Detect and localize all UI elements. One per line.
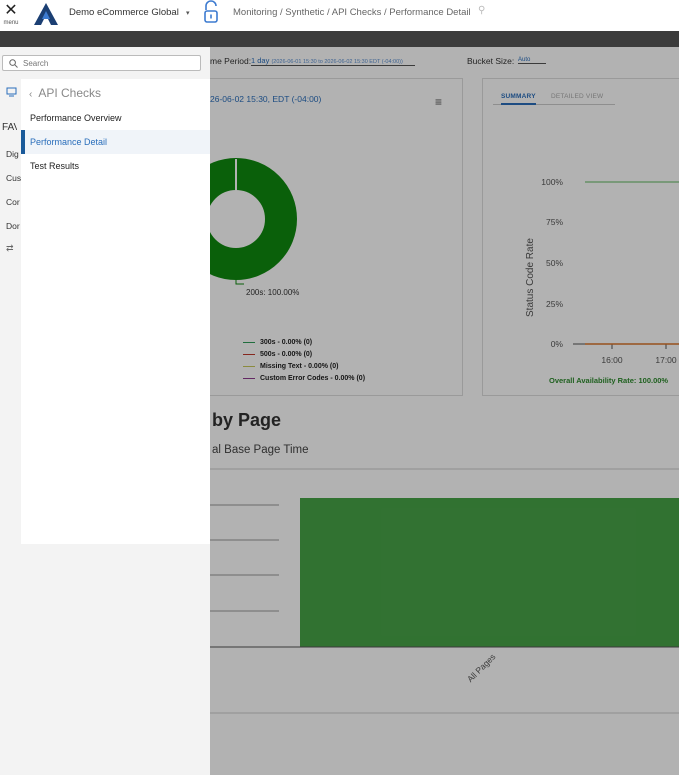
menu-label: menu (3, 20, 19, 26)
pin-icon[interactable]: ⚲ (478, 5, 485, 16)
lock-icon[interactable] (202, 0, 220, 24)
submenu-title: API Checks (38, 86, 102, 100)
search-icon (9, 59, 18, 68)
rail-item[interactable]: Dor (6, 221, 21, 231)
org-name[interactable]: Demo eCommerce Global (69, 7, 179, 18)
menu-item-performance-detail[interactable]: Performance Detail (21, 130, 210, 154)
chevron-down-icon[interactable]: ▾ (186, 9, 190, 17)
api-checks-submenu: ‹ API Checks Performance Overview Perform… (21, 79, 210, 544)
menu-close-button[interactable]: ✕ menu (0, 0, 22, 31)
menu-item-performance-overview[interactable]: Performance Overview (21, 106, 210, 130)
dark-toolbar (0, 31, 679, 47)
rail-item[interactable]: Cor (6, 197, 21, 207)
monitoring-icon[interactable] (6, 87, 17, 97)
app-logo-icon[interactable] (34, 3, 58, 25)
breadcrumb: Monitoring / Synthetic / API Checks / Pe… (233, 7, 471, 18)
side-menu: FAV Dig Cus Cor Dor ⇄ ‹ API Checks Perfor… (0, 47, 210, 775)
search-field[interactable] (2, 55, 201, 71)
rail-item[interactable]: Cus (6, 173, 21, 183)
close-icon: ✕ (4, 2, 18, 19)
chevron-left-icon: ‹ (29, 89, 33, 100)
rail-item-favorites[interactable]: FAV (2, 122, 17, 133)
rail-item[interactable]: Dig (6, 149, 21, 159)
refresh-icon[interactable]: ⇄ (6, 243, 21, 254)
menu-item-test-results[interactable]: Test Results (21, 154, 210, 178)
submenu-back-button[interactable]: ‹ API Checks (29, 86, 101, 100)
search-input[interactable] (23, 57, 198, 69)
top-bar: ✕ menu Demo eCommerce Global ▾ Monitorin… (0, 0, 679, 31)
